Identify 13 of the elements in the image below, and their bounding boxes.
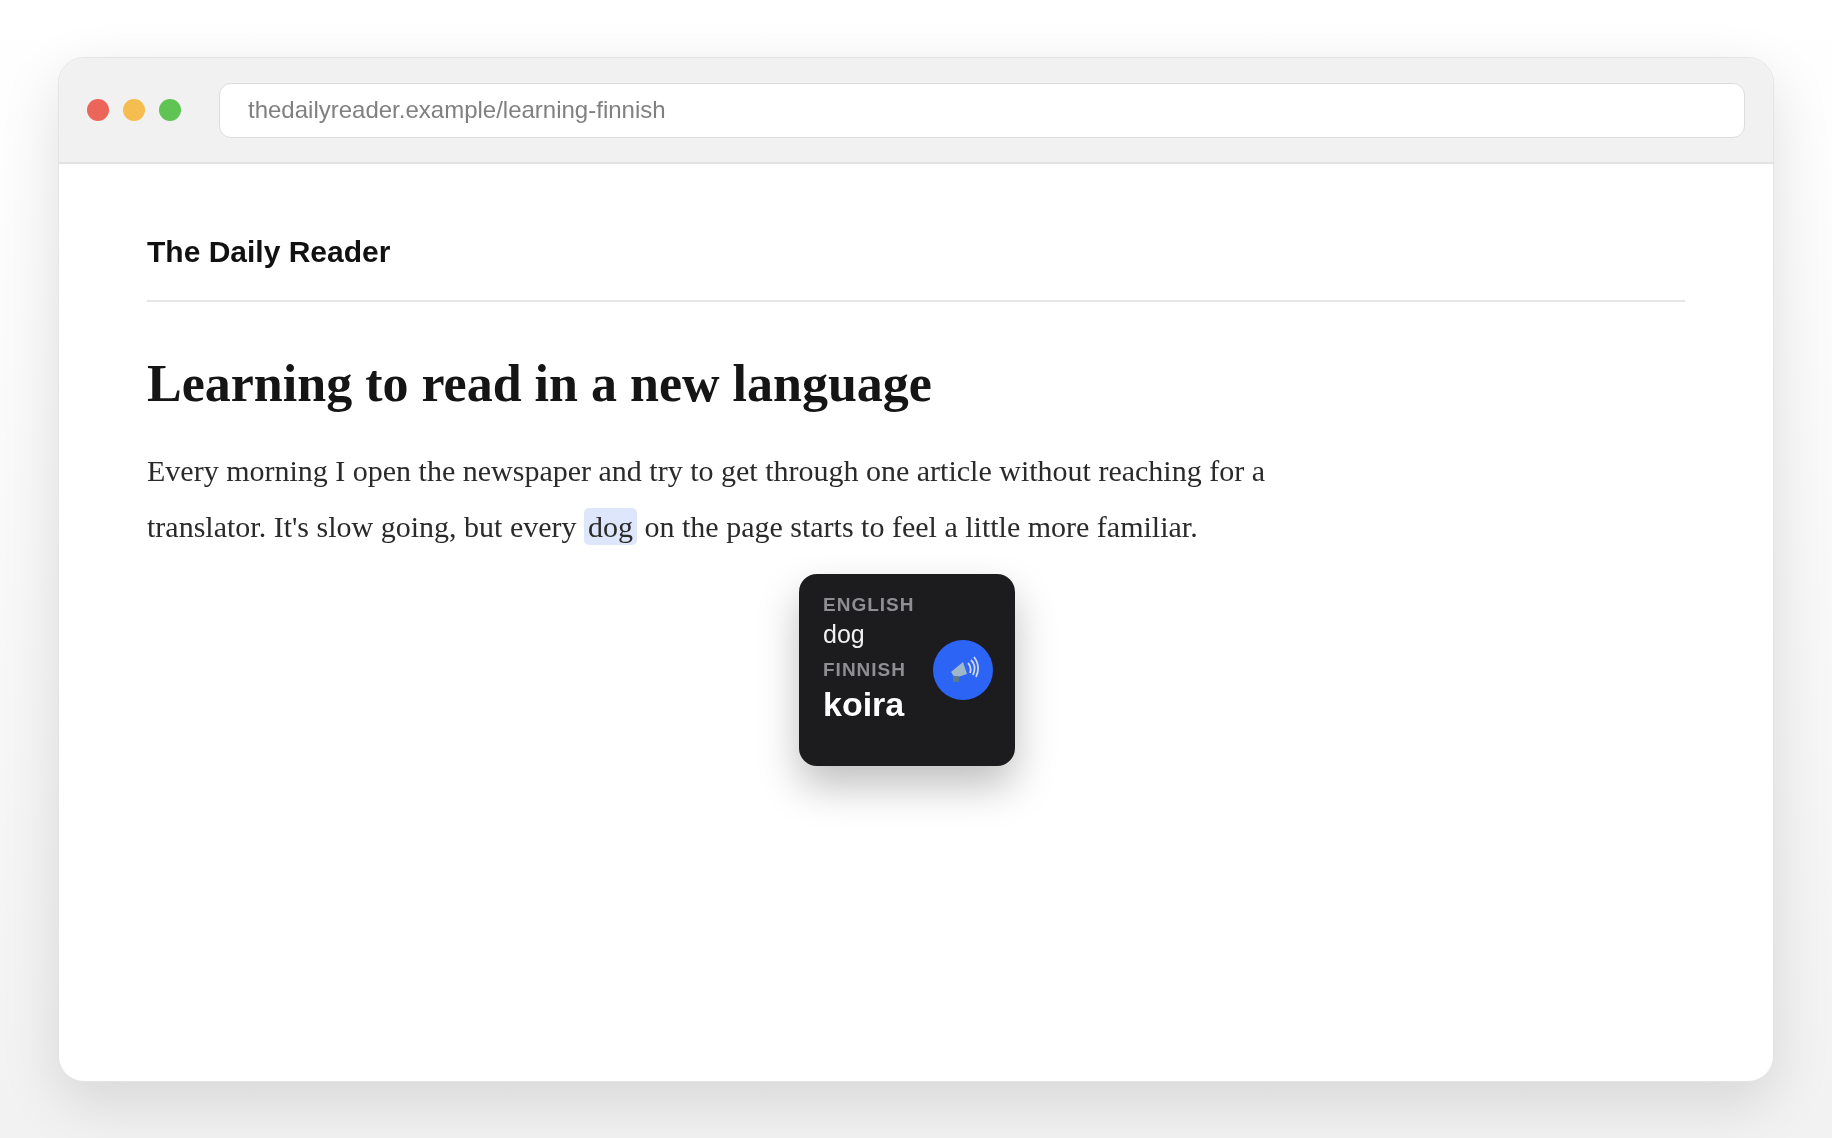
address-bar[interactable]: thedailyreader.example/learning-finnish xyxy=(219,82,1745,138)
language-label: ENGLISH xyxy=(823,594,915,616)
minimize-button[interactable] xyxy=(123,99,145,121)
language-label: FINNISH xyxy=(823,659,906,681)
translated-word: koira xyxy=(823,685,905,724)
close-button[interactable] xyxy=(87,99,109,121)
speaker-button[interactable] xyxy=(933,640,993,700)
highlighted-word[interactable]: dog xyxy=(584,508,637,545)
article-paragraph: Every morning I open the newspaper and try to get through one article without reaching for a translator. It's slow going, but every dog on the page starts to feel a little more familiar. xyxy=(147,453,1266,547)
source-word: dog xyxy=(823,620,865,649)
site-name: The Daily Reader xyxy=(147,164,1685,302)
article-title: Learning to read in a new language xyxy=(147,354,933,413)
maximize-button[interactable] xyxy=(159,99,181,121)
